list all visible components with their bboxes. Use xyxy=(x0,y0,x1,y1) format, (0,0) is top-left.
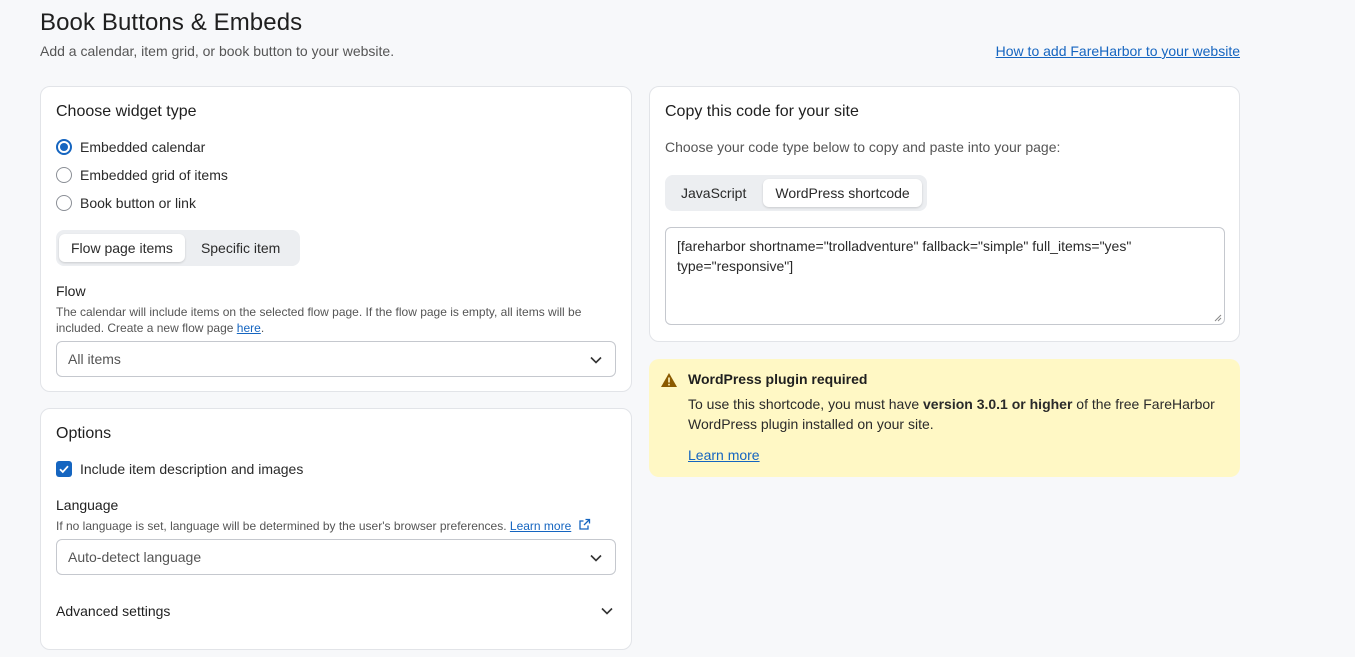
options-title: Options xyxy=(56,425,112,442)
language-select[interactable]: Auto-detect language xyxy=(56,539,616,575)
warning-learn-more-link[interactable]: Learn more xyxy=(688,447,760,463)
flow-select[interactable]: All items xyxy=(56,341,616,377)
code-text: [fareharbor shortname="trolladventure" f… xyxy=(677,238,1132,274)
radio-button[interactable] xyxy=(56,167,72,183)
widget-type-card: Choose widget type Embedded calendar Emb… xyxy=(40,86,632,392)
code-card: Copy this code for your site Choose your… xyxy=(649,86,1240,342)
code-card-title: Copy this code for your site xyxy=(665,103,859,120)
code-type-toggle: JavaScript WordPress shortcode xyxy=(665,175,927,211)
language-help-text: If no language is set, language will be … xyxy=(56,519,510,533)
plugin-warning: WordPress plugin required To use this sh… xyxy=(649,359,1240,477)
source-toggle: Flow page items Specific item xyxy=(56,230,300,266)
warning-text: To use this shortcode, you must have ver… xyxy=(688,394,1228,434)
page: Book Buttons & Embeds Add a calendar, it… xyxy=(0,0,1355,657)
help-link[interactable]: How to add FareHarbor to your website xyxy=(996,43,1240,59)
advanced-settings-toggle[interactable]: Advanced settings xyxy=(56,603,616,619)
radio-button[interactable] xyxy=(56,195,72,211)
flow-help: The calendar will include items on the s… xyxy=(56,304,601,336)
chevron-down-icon xyxy=(590,554,602,562)
radio-book-button[interactable]: Book button or link xyxy=(56,195,196,211)
include-description-checkbox[interactable]: Include item description and images xyxy=(56,461,303,477)
flow-select-value: All items xyxy=(68,351,121,367)
flow-help-text: The calendar will include items on the s… xyxy=(56,305,582,335)
resize-handle-icon[interactable] xyxy=(1213,313,1222,322)
tab-specific-item[interactable]: Specific item xyxy=(189,234,292,262)
checkbox[interactable] xyxy=(56,461,72,477)
radio-label: Embedded grid of items xyxy=(80,167,228,183)
code-textarea[interactable]: [fareharbor shortname="trolladventure" f… xyxy=(665,227,1225,325)
warning-title: WordPress plugin required xyxy=(688,371,868,387)
chevron-down-icon xyxy=(601,607,613,615)
radio-label: Book button or link xyxy=(80,195,196,211)
radio-label: Embedded calendar xyxy=(80,139,206,155)
create-flow-page-link[interactable]: here xyxy=(237,321,261,335)
external-link-icon[interactable] xyxy=(578,518,591,531)
chevron-down-icon xyxy=(590,356,602,364)
options-card: Options Include item description and ima… xyxy=(40,408,632,650)
warning-version: version 3.0.1 or higher xyxy=(923,396,1073,412)
radio-embedded-grid[interactable]: Embedded grid of items xyxy=(56,167,228,183)
code-intro: Choose your code type below to copy and … xyxy=(665,139,1061,155)
warning-icon xyxy=(661,373,677,387)
page-title: Book Buttons & Embeds xyxy=(40,9,303,36)
tab-javascript[interactable]: JavaScript xyxy=(668,179,759,207)
language-select-value: Auto-detect language xyxy=(68,549,202,565)
language-label: Language xyxy=(56,497,119,513)
check-icon xyxy=(59,465,69,474)
radio-button[interactable] xyxy=(56,139,72,155)
tab-wordpress-shortcode[interactable]: WordPress shortcode xyxy=(763,179,922,207)
language-help: If no language is set, language will be … xyxy=(56,518,616,534)
page-subtitle: Add a calendar, item grid, or book butto… xyxy=(40,43,395,59)
flow-label: Flow xyxy=(56,283,86,299)
advanced-settings-label: Advanced settings xyxy=(56,603,171,619)
flow-help-end: . xyxy=(260,321,265,335)
warning-text-part1: To use this shortcode, you must have xyxy=(688,396,924,412)
tab-flow-page-items[interactable]: Flow page items xyxy=(59,234,185,262)
radio-embedded-calendar[interactable]: Embedded calendar xyxy=(56,139,205,155)
language-learn-more-link[interactable]: Learn more xyxy=(510,519,571,533)
widget-type-title: Choose widget type xyxy=(56,103,197,120)
checkbox-label: Include item description and images xyxy=(80,461,304,477)
